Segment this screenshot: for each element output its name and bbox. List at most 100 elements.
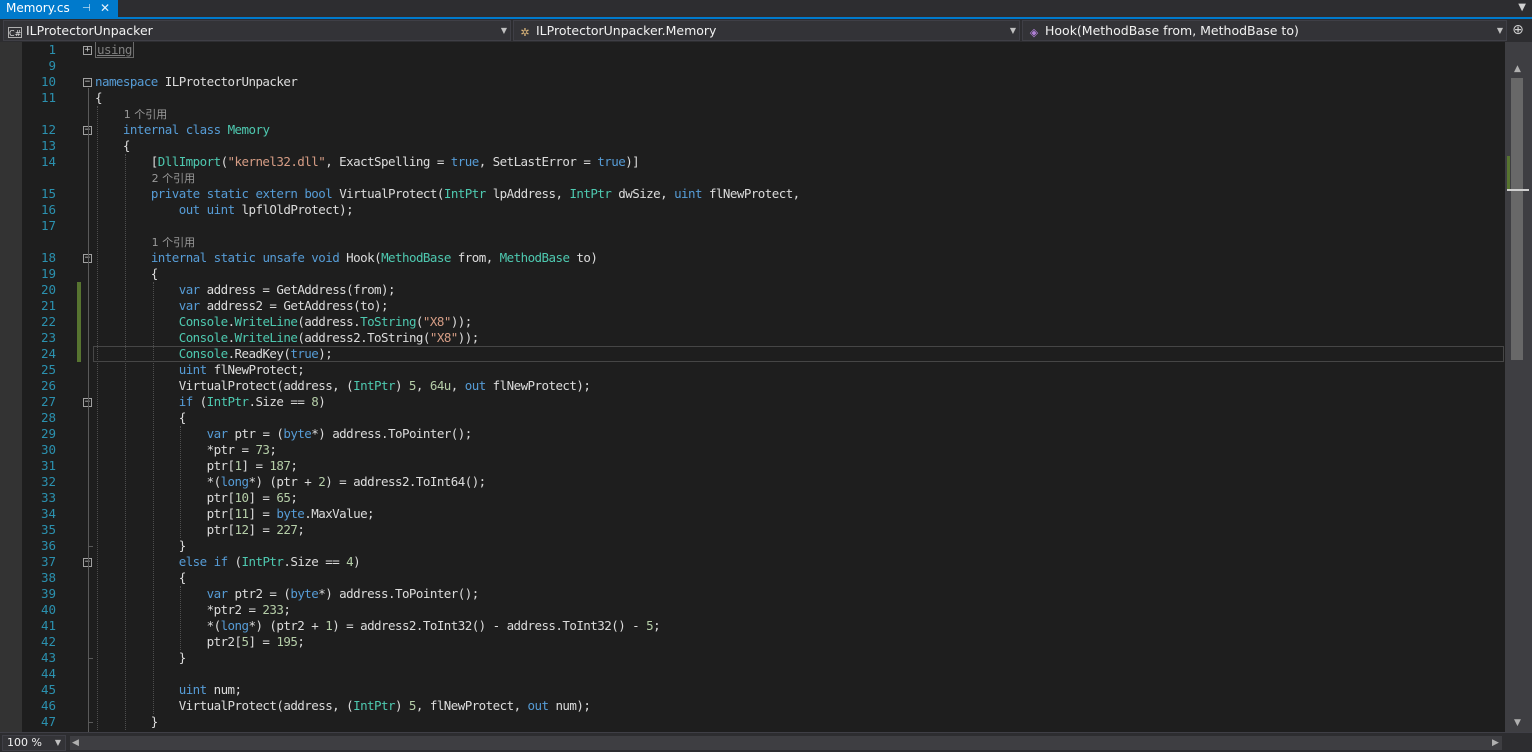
horizontal-scrollbar[interactable]: ◀ ▶ [70,736,1502,750]
code-line[interactable]: 25 uint flNewProtect; [0,362,1505,378]
code-text: ptr2[5] = 195; [95,634,305,650]
scroll-down-icon[interactable]: ▼ [1514,718,1521,728]
split-window-icon[interactable]: ⊕ [1511,22,1525,38]
pin-icon[interactable]: ⊣ [82,0,91,17]
code-line[interactable]: 1 using [0,42,1505,58]
member-dropdown[interactable]: ◈ Hook(MethodBase from, MethodBase to) ▼ [1022,20,1507,41]
code-line[interactable]: 43 } [0,650,1505,666]
code-line[interactable]: 27 if (IntPtr.Size == 8) [0,394,1505,410]
tab-list-dropdown-icon[interactable]: ▼ [1518,2,1526,13]
code-line[interactable]: 42 ptr2[5] = 195; [0,634,1505,650]
vertical-scroll-thumb[interactable] [1511,78,1523,360]
code-token: static [206,186,249,201]
type-dropdown[interactable]: ✲ ILProtectorUnpacker.Memory ▼ [513,20,1020,41]
code-token: "X8" [422,314,451,329]
code-token: out [527,698,549,713]
code-token: var [178,298,200,313]
code-line[interactable]: 22 Console.WriteLine(address.ToString("X… [0,314,1505,330]
code-line[interactable]: 11 { [0,90,1505,106]
codelens-references[interactable]: 2 个引用 [152,171,196,186]
code-line[interactable]: 29 var ptr = (byte*) address.ToPointer()… [0,426,1505,442]
method-icon: ◈ [1029,26,1039,39]
code-token: IntPtr [353,698,395,713]
code-line[interactable]: 30 *ptr = 73; [0,442,1505,458]
code-line[interactable]: 44 [0,666,1505,682]
code-line[interactable]: 41 *(long*) (ptr2 + 1) = address2.ToInt3… [0,618,1505,634]
code-text: { [95,410,187,426]
code-line[interactable]: 46 VirtualProtect(address, (IntPtr) 5, f… [0,698,1505,714]
code-line[interactable]: 21 var address2 = GetAddress(to); [0,298,1505,314]
code-token: unsafe [262,250,305,265]
code-text: using [95,42,134,58]
line-number: 47 [40,714,56,729]
code-editor[interactable]: +−−−−− 1using910namespace ILProtectorUnp… [0,42,1505,732]
code-text: *ptr2 = 233; [95,602,291,618]
scrollbar-caret-marker [1507,189,1529,191]
code-line[interactable]: 32 *(long*) (ptr + 2) = address2.ToInt64… [0,474,1505,490]
code-text: out uint lpflOldProtect); [95,202,354,218]
project-dropdown[interactable]: C# ILProtectorUnpacker ▼ [3,20,511,41]
close-icon[interactable]: ✕ [100,0,110,17]
chevron-down-icon: ▼ [1496,26,1503,35]
code-token: WriteLine [234,330,298,345]
code-line[interactable]: 15 private static extern bool VirtualPro… [0,186,1505,202]
codelens-references[interactable]: 1 个引用 [124,107,168,122]
code-token: true [450,154,479,169]
code-line[interactable]: 10 namespace ILProtectorUnpacker [0,74,1505,90]
code-token: "kernel32.dll" [227,154,326,169]
code-token: 64u [429,378,451,393]
code-line[interactable]: 47 } [0,714,1505,730]
code-line[interactable]: 23 Console.WriteLine(address2.ToString("… [0,330,1505,346]
code-line[interactable]: 20 var address = GetAddress(from); [0,282,1505,298]
code-token: { [95,138,131,153]
code-line[interactable]: 18 internal static unsafe void Hook(Meth… [0,250,1505,266]
line-number: 37 [40,554,56,569]
line-number: 40 [40,602,56,617]
code-text: } [95,538,187,554]
code-text: private static extern bool VirtualProtec… [95,186,800,202]
code-line[interactable]: 45 uint num; [0,682,1505,698]
code-line[interactable]: 19 { [0,266,1505,282]
code-line[interactable]: 33 ptr[10] = 65; [0,490,1505,506]
code-line[interactable]: 36 } [0,538,1505,554]
zoom-level: 100 % [7,736,42,749]
code-token: ; [290,458,298,473]
code-line[interactable]: 35 ptr[12] = 227; [0,522,1505,538]
code-token: from, [450,250,500,265]
line-number: 18 [40,250,56,265]
code-line[interactable]: 17 [0,218,1505,234]
code-token: ptr2[ [95,634,242,649]
scroll-up-icon[interactable]: ▲ [1514,64,1521,74]
code-line[interactable]: 37 else if (IntPtr.Size == 4) [0,554,1505,570]
code-line[interactable]: 38 { [0,570,1505,586]
code-token: ( [220,154,229,169]
code-line[interactable]: 31 ptr[1] = 187; [0,458,1505,474]
code-line[interactable]: 13 { [0,138,1505,154]
code-token: *( [95,474,222,489]
zoom-dropdown[interactable]: 100 % ▼ [2,735,66,751]
code-line[interactable]: 40 *ptr2 = 233; [0,602,1505,618]
code-line[interactable]: 12 internal class Memory [0,122,1505,138]
line-number: 29 [40,426,56,441]
code-token: using [95,42,134,58]
code-token: ; [653,618,661,633]
code-line[interactable]: 26 VirtualProtect(address, (IntPtr) 5, 6… [0,378,1505,394]
code-line[interactable]: 34 ptr[11] = byte.MaxValue; [0,506,1505,522]
scroll-right-icon[interactable]: ▶ [1492,738,1499,748]
code-text: else if (IntPtr.Size == 4) [95,554,361,570]
code-line[interactable]: 16 out uint lpflOldProtect); [0,202,1505,218]
scroll-left-icon[interactable]: ◀ [72,738,79,748]
code-line[interactable]: 39 var ptr2 = (byte*) address.ToPointer(… [0,586,1505,602]
code-token: (address2.ToString( [297,330,430,345]
vertical-scrollbar[interactable]: ▲ ▼ [1505,42,1532,732]
code-token: byte [276,506,305,521]
code-line[interactable]: 9 [0,58,1505,74]
codelens-references[interactable]: 1 个引用 [152,235,196,250]
code-line[interactable]: 24 Console.ReadKey(true); [0,346,1505,362]
code-line[interactable]: 14 [DllImport("kernel32.dll", ExactSpell… [0,154,1505,170]
code-line[interactable]: 28 { [0,410,1505,426]
tab-memory-cs[interactable]: Memory.cs ⊣ ✕ [0,0,118,17]
